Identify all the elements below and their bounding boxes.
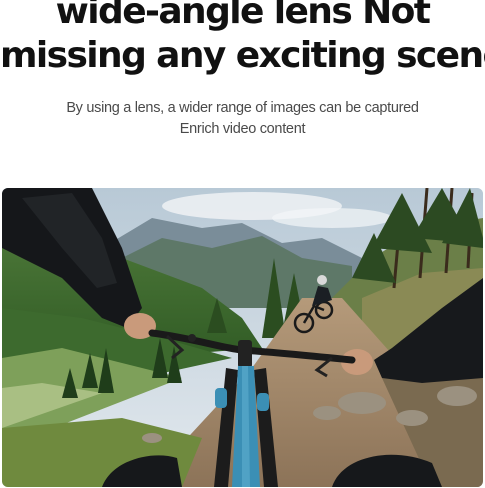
subtitle-line-2: Enrich video content — [179, 121, 306, 137]
photo-illustration — [2, 188, 483, 487]
stem — [238, 340, 252, 368]
subtitle-line-1: By using a lens, a wider range of images… — [66, 100, 419, 116]
headline: wide-angle lens Not missing any exciting… — [0, 0, 485, 78]
headline-line-2: missing any exciting scenes — [0, 35, 485, 76]
subtitle: By using a lens, a wider range of images… — [0, 98, 485, 140]
wide-angle-mountain-bike-photo — [2, 188, 483, 487]
headline-line-1: wide-angle lens Not — [55, 0, 431, 32]
product-banner: wide-angle lens Not missing any exciting… — [0, 0, 485, 488]
